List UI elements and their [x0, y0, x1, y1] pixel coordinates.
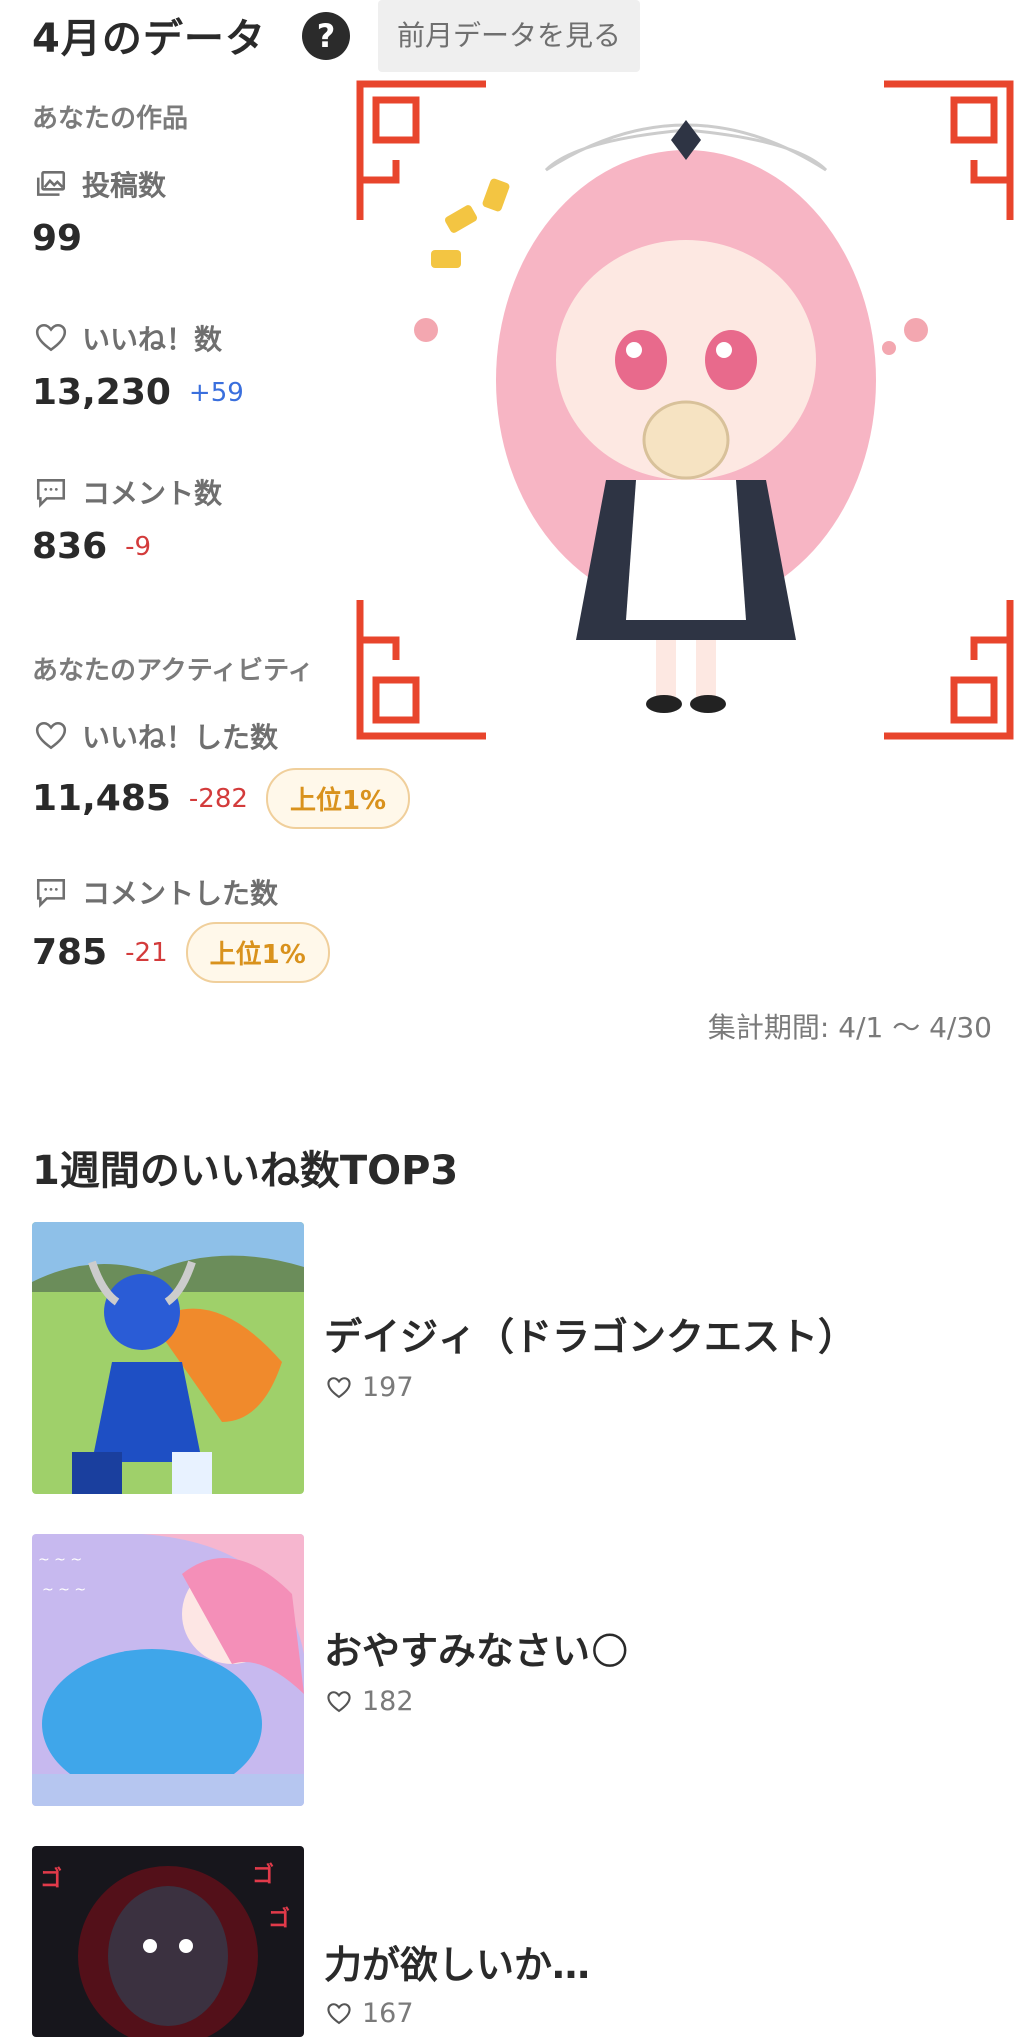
posts-value: 99	[32, 218, 83, 259]
likes-given-label-row: いいね！した数	[34, 716, 278, 756]
top3-item-3-title[interactable]: 力が欲しいか…	[324, 1934, 590, 1989]
svg-text:ゴ: ゴ	[252, 1862, 274, 1888]
svg-text:ゴ: ゴ	[268, 1906, 290, 1932]
svg-text:~ ~ ~: ~ ~ ~	[42, 1582, 86, 1598]
likes-count: 182	[362, 1686, 414, 1717]
comments-delta: -9	[125, 531, 152, 562]
top3-item-1-thumbnail[interactable]	[32, 1222, 304, 1494]
posts-label-row: 投稿数	[34, 164, 166, 204]
thumbnail-image: ゴゴゴ	[32, 1846, 304, 2037]
activity-section-label: あなたのアクティビティ	[32, 656, 314, 686]
likes-given-label: いいね！した数	[82, 721, 279, 754]
likes-count: 197	[362, 1372, 414, 1403]
comments-given-delta: -21	[125, 937, 168, 968]
likes-label: いいね！数	[82, 323, 223, 356]
comments-given-value: 785	[32, 932, 108, 973]
top-percent-badge: 上位1%	[265, 768, 411, 829]
top3-item-2-likes: 182	[326, 1686, 414, 1717]
thumbnail-image: ~ ~ ~ ~ ~ ~	[32, 1534, 304, 1806]
comments-stat: 836 -9	[32, 526, 151, 567]
top3-item-1-likes: 197	[326, 1372, 414, 1403]
heart-icon	[327, 1690, 351, 1712]
previous-month-button[interactable]: 前月データを見る	[378, 0, 640, 72]
thumbnail-image	[32, 1222, 304, 1494]
featured-artwork-image	[356, 80, 1014, 740]
comments-given-label: コメントした数	[82, 877, 279, 910]
heart-icon	[35, 721, 67, 750]
top3-item-1-title[interactable]: デイジィ（ドラゴンクエスト）	[324, 1306, 856, 1361]
top3-title: 1週間のいいね数TOP3	[32, 1148, 459, 1194]
comments-given-label-row: コメントした数	[34, 872, 278, 912]
top-percent-badge: 上位1%	[185, 922, 330, 983]
comments-given-stat: 785 -21 上位1%	[32, 922, 330, 983]
top3-item-3-likes: 167	[326, 1998, 414, 2029]
comments-value: 836	[32, 526, 108, 567]
top3-item-2-thumbnail[interactable]: ~ ~ ~ ~ ~ ~	[32, 1534, 304, 1806]
posts-label: 投稿数	[82, 169, 167, 202]
heart-icon	[327, 2002, 351, 2024]
likes-given-value: 11,485	[32, 778, 171, 819]
comments-label-row: コメント数	[34, 472, 222, 512]
aggregation-period: 集計期間: 4/1 〜 4/30	[707, 1011, 992, 1044]
top3-item-3-thumbnail[interactable]: ゴゴゴ	[32, 1846, 304, 2037]
likes-given-delta: -282	[188, 783, 248, 814]
likes-value: 13,230	[32, 372, 171, 413]
posts-stat: 99	[32, 218, 82, 259]
page-title: 4月のデータ	[32, 16, 266, 62]
likes-stat: 13,230 +59	[32, 372, 244, 413]
likes-delta: +59	[188, 377, 244, 408]
gallery-icon	[36, 171, 66, 196]
heart-icon	[327, 1376, 351, 1398]
svg-text:~ ~ ~: ~ ~ ~	[38, 1552, 82, 1568]
speech-bubble-icon	[36, 879, 66, 908]
svg-text:ゴ: ゴ	[40, 1866, 62, 1892]
featured-artwork	[356, 80, 1014, 740]
likes-given-stat: 11,485 -282 上位1%	[32, 768, 411, 829]
works-section-label: あなたの作品	[32, 104, 189, 134]
likes-count: 167	[362, 1998, 414, 2029]
speech-bubble-icon	[36, 479, 66, 508]
comments-label: コメント数	[82, 477, 223, 510]
help-icon[interactable]: ?	[302, 12, 350, 60]
likes-label-row: いいね！数	[34, 318, 222, 358]
top3-item-2-title[interactable]: おやすみなさい🌕	[324, 1620, 630, 1675]
heart-icon	[35, 323, 67, 352]
